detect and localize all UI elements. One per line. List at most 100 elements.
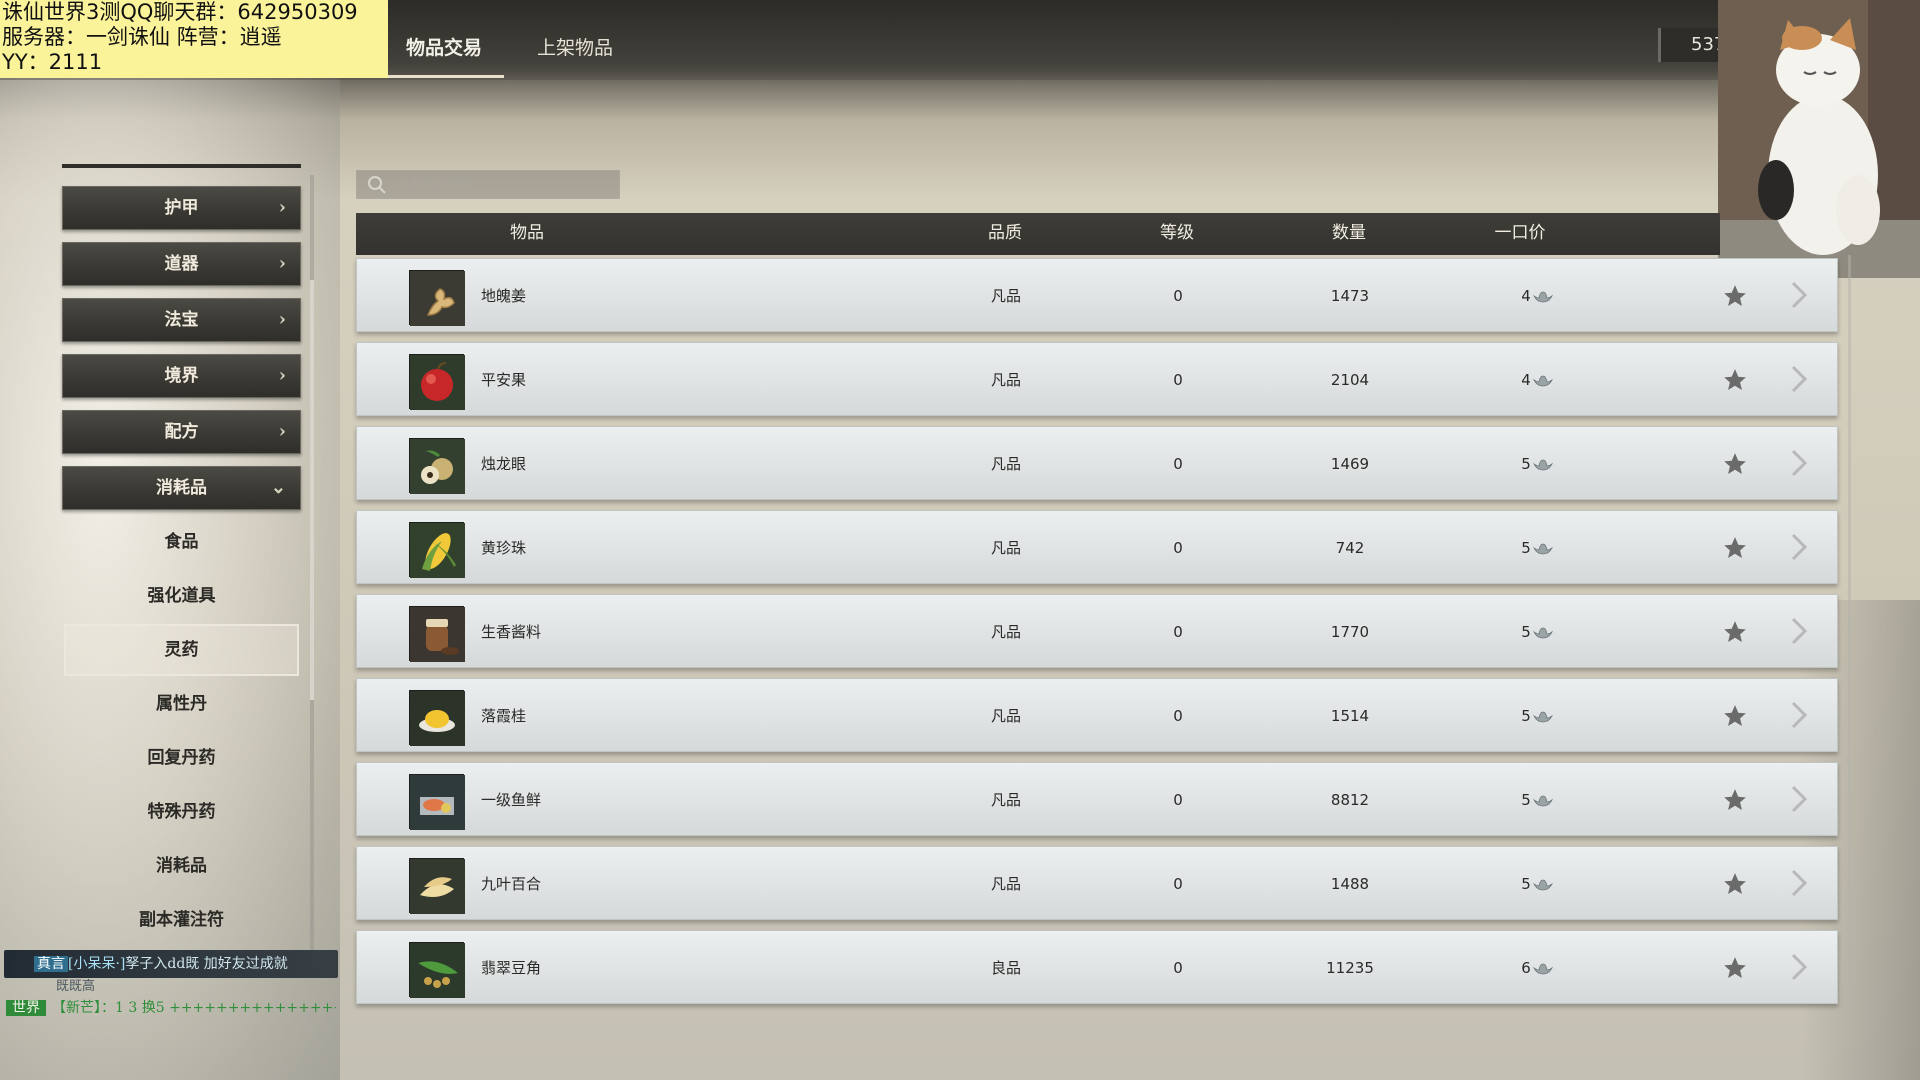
silver-ingot-icon — [1532, 375, 1553, 386]
stream-info-overlay: 诛仙世界3测QQ聊天群：642950309 服务器：一剑诛仙 阵营：逍遥 YY：… — [0, 0, 388, 78]
tab-list-item[interactable]: 上架物品 — [515, 30, 635, 78]
subcategory-herbs[interactable]: 灵药 — [64, 624, 299, 676]
table-scrollbar-track[interactable] — [1848, 255, 1851, 1005]
item-quantity: 1514 — [1330, 707, 1370, 725]
search-icon — [368, 176, 386, 194]
item-quantity: 1770 — [1330, 623, 1370, 641]
lily-bulb-icon — [409, 858, 465, 914]
header-price: 一口价 — [1494, 223, 1546, 243]
category-label: 法宝 — [164, 310, 199, 330]
item-level: 0 — [1173, 371, 1183, 389]
header-level: 等级 — [1160, 223, 1194, 243]
chevron-right-icon[interactable] — [1789, 363, 1809, 395]
subcategory-enhance[interactable]: 强化道具 — [64, 572, 299, 620]
table-row[interactable]: 翡翠豆角 良品 0 11235 6 — [356, 930, 1838, 1004]
category-consumables[interactable]: 消耗品 ⌄ — [62, 466, 301, 510]
header-item: 物品 — [510, 223, 544, 243]
category-daoqi[interactable]: 道器 › — [62, 242, 301, 286]
item-name: 翡翠豆角 — [481, 959, 542, 977]
subcategory-special-pill[interactable]: 特殊丹药 — [64, 788, 299, 836]
chevron-right-icon: › — [278, 253, 286, 274]
silver-ingot-icon — [1532, 711, 1553, 722]
subcategory-consumables[interactable]: 消耗品 — [64, 842, 299, 890]
price-value: 5 — [1521, 455, 1531, 473]
item-quality: 凡品 — [990, 623, 1021, 641]
sauce-jar-icon — [409, 606, 465, 662]
favorite-star-icon[interactable] — [1722, 535, 1748, 561]
chevron-right-icon[interactable] — [1789, 951, 1809, 983]
favorite-star-icon[interactable] — [1722, 787, 1748, 813]
price-value: 4 — [1521, 371, 1531, 389]
chevron-down-icon: ⌄ — [270, 477, 286, 498]
search-input[interactable]: 点击此处查找 — [356, 170, 620, 199]
overlay-qq-group: 诛仙世界3测QQ聊天群：642950309 — [2, 0, 358, 24]
category-recipe[interactable]: 配方 › — [62, 410, 301, 454]
subcategory-recovery-pill[interactable]: 回复丹药 — [64, 734, 299, 782]
silver-ingot-icon — [1532, 879, 1553, 890]
item-price: 4 — [1497, 343, 1577, 417]
table-row[interactable]: 烛龙眼 凡品 0 1469 5 — [356, 426, 1838, 500]
background-roof-shadow — [1800, 600, 1920, 1080]
chat-sender-name[interactable]: [小呆呆·] — [68, 956, 125, 972]
favorite-star-icon[interactable] — [1722, 367, 1748, 393]
item-name: 一级鱼鲜 — [481, 791, 542, 809]
item-name: 落霞桂 — [481, 707, 527, 725]
item-price: 5 — [1497, 595, 1577, 669]
subcategory-attribute-pill[interactable]: 属性丹 — [64, 680, 299, 728]
subcategory-dungeon-charm[interactable]: 副本灌注符 — [64, 896, 299, 944]
favorite-star-icon[interactable] — [1722, 703, 1748, 729]
category-armor[interactable]: 护甲 › — [62, 186, 301, 230]
price-value: 5 — [1521, 623, 1531, 641]
item-quantity: 8812 — [1330, 791, 1370, 809]
category-fabao[interactable]: 法宝 › — [62, 298, 301, 342]
item-level: 0 — [1173, 287, 1183, 305]
item-quality: 凡品 — [990, 287, 1021, 305]
table-row[interactable]: 地魄姜 凡品 0 1473 4 — [356, 258, 1838, 332]
corn-icon — [409, 522, 465, 578]
chevron-right-icon[interactable] — [1789, 615, 1809, 647]
chat-text: 孥子入dd既 加好友过成就 — [125, 956, 288, 972]
price-value: 4 — [1521, 287, 1531, 305]
osmanthus-icon — [409, 690, 465, 746]
header-quality: 品质 — [988, 223, 1022, 243]
table-row[interactable]: 生香酱料 凡品 0 1770 5 — [356, 594, 1838, 668]
table-row[interactable]: 平安果 凡品 0 2104 4 — [356, 342, 1838, 416]
favorite-star-icon[interactable] — [1722, 451, 1748, 477]
chevron-right-icon[interactable] — [1789, 531, 1809, 563]
ginger-icon — [409, 270, 465, 326]
subcategory-food[interactable]: 食品 — [64, 518, 299, 566]
item-quantity: 742 — [1335, 539, 1365, 557]
item-name: 黄珍珠 — [481, 539, 527, 557]
apple-icon — [409, 354, 465, 410]
price-value: 5 — [1521, 707, 1531, 725]
chevron-right-icon[interactable] — [1789, 783, 1809, 815]
favorite-star-icon[interactable] — [1722, 619, 1748, 645]
item-quantity: 1488 — [1330, 875, 1370, 893]
category-jingjie[interactable]: 境界 › — [62, 354, 301, 398]
item-price: 6 — [1497, 931, 1577, 1005]
chat-message-world[interactable]: 世界【新芒】：1 3 换5 ++++++++++++++++++ — [6, 996, 336, 1020]
chevron-right-icon[interactable] — [1789, 279, 1809, 311]
silver-ingot-icon — [1532, 459, 1553, 470]
chat-sender-name[interactable]: 【新芒】 — [52, 1000, 101, 1016]
favorite-star-icon[interactable] — [1722, 871, 1748, 897]
table-row[interactable]: 黄珍珠 凡品 0 742 5 — [356, 510, 1838, 584]
chevron-right-icon[interactable] — [1789, 867, 1809, 899]
table-row[interactable]: 九叶百合 凡品 0 1488 5 — [356, 846, 1838, 920]
price-value: 5 — [1521, 875, 1531, 893]
item-quantity: 2104 — [1330, 371, 1370, 389]
item-level: 0 — [1173, 539, 1183, 557]
longan-icon — [409, 438, 465, 494]
chevron-right-icon[interactable] — [1789, 699, 1809, 731]
table-row[interactable]: 一级鱼鲜 凡品 0 8812 5 — [356, 762, 1838, 836]
item-quality: 凡品 — [990, 791, 1021, 809]
tab-item-trade[interactable]: 物品交易 — [384, 30, 504, 78]
chat-message-whisper[interactable]: 真言 [小呆呆·]孥子入dd既 加好友过成就 — [4, 950, 338, 978]
price-value: 5 — [1521, 791, 1531, 809]
sidebar-scrollbar-thumb[interactable] — [310, 280, 314, 700]
chevron-right-icon[interactable] — [1789, 447, 1809, 479]
favorite-star-icon[interactable] — [1722, 955, 1748, 981]
favorite-star-icon[interactable] — [1722, 283, 1748, 309]
cat-image-icon — [1718, 0, 1920, 278]
table-row[interactable]: 落霞桂 凡品 0 1514 5 — [356, 678, 1838, 752]
